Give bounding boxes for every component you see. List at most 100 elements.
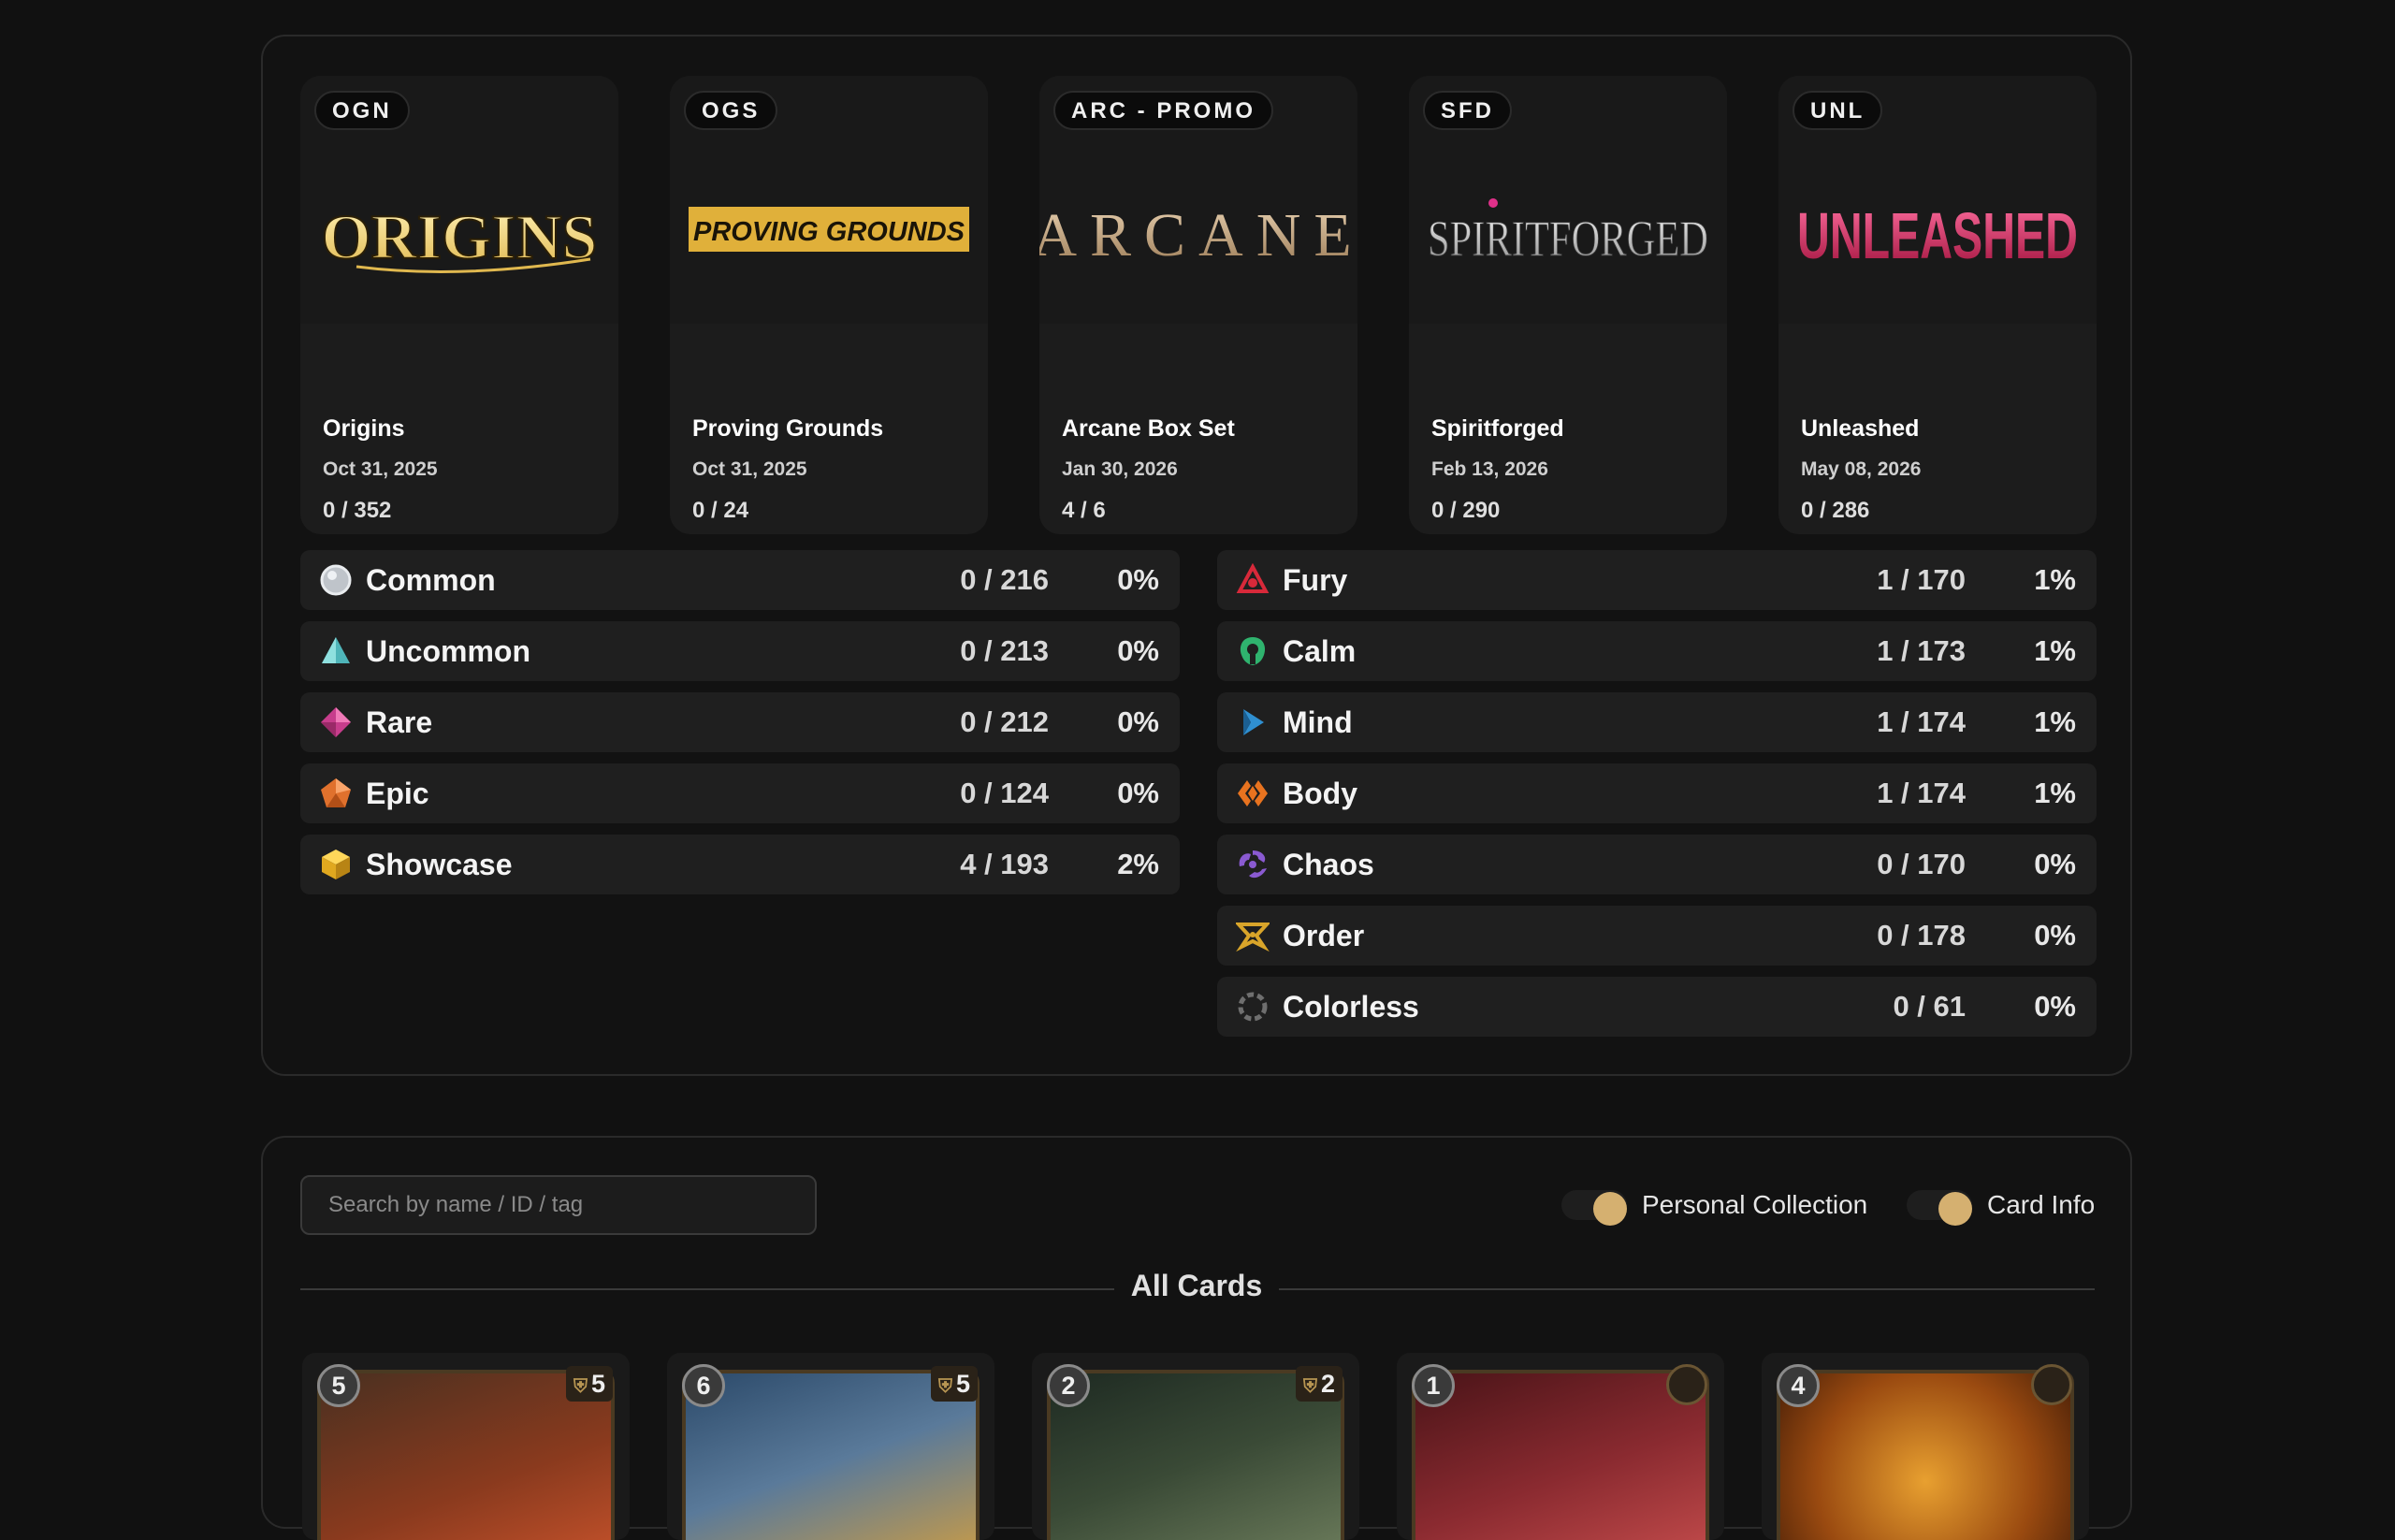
stat-label: Fury — [1283, 563, 1348, 597]
svg-text:SPIRITFORGED: SPIRITFORGED — [1428, 211, 1708, 267]
stat-label: Chaos — [1283, 848, 1374, 881]
set-name: Spiritforged — [1431, 415, 1564, 442]
fury-icon — [1236, 563, 1270, 593]
card-domain-icon — [2031, 1364, 2072, 1405]
card-cost-badge: 5 — [317, 1364, 360, 1407]
colorless-icon — [1238, 992, 1268, 1022]
set-name: Arcane Box Set — [1062, 415, 1235, 442]
card-cost-badge: 1 — [1412, 1364, 1455, 1407]
set-card-arcane[interactable]: ARCANE ARC - PROMO Arcane Box Set Jan 30… — [1039, 76, 1357, 534]
mind-icon — [1243, 709, 1264, 735]
domain-row-chaos[interactable]: Chaos 0 / 170 0% — [1217, 835, 2097, 894]
set-list: ORIGINS OGN Origins Oct 31, 2025 0 / 352… — [300, 76, 2097, 534]
set-code-badge: ARC - PROMO — [1053, 91, 1273, 130]
toggle-track — [1907, 1190, 1972, 1226]
toggle-label: Card Info — [1987, 1190, 2096, 1219]
stat-count: 0 / 124 — [960, 777, 1049, 809]
domain-row-order[interactable]: Order 0 / 178 0% — [1217, 906, 2097, 966]
personal-collection-toggle[interactable]: Personal Collection — [1561, 1186, 1889, 1226]
card-info-toggle[interactable]: Card Info — [1907, 1186, 2103, 1226]
card-might-badge: ⛨ 5 — [930, 1366, 978, 1402]
stat-label: Common — [366, 563, 496, 597]
shield-icon: ⛨ — [1302, 1376, 1317, 1397]
rare-gem-icon — [321, 707, 351, 737]
card-domain-icon — [1666, 1364, 1707, 1405]
card-thumbnail[interactable]: 4 — [1762, 1353, 2089, 1540]
arcane-logo: ARCANE — [1039, 201, 1357, 269]
stat-percent: 1% — [2034, 705, 2076, 738]
set-name: Proving Grounds — [692, 415, 884, 442]
rarity-row-rare[interactable]: Rare 0 / 212 0% — [300, 692, 1180, 752]
rarity-row-uncommon[interactable]: Uncommon 0 / 213 0% — [300, 621, 1180, 681]
common-circle-icon — [320, 564, 352, 596]
stat-count: 1 / 174 — [1877, 777, 1966, 809]
set-code-badge: UNL — [1793, 91, 1883, 130]
card-art — [1777, 1370, 2074, 1540]
set-release-date: May 08, 2026 — [1801, 458, 1922, 480]
set-card-proving-grounds[interactable]: PROVING GROUNDS OGS Proving Grounds Oct … — [670, 76, 988, 534]
stat-percent: 0% — [1117, 705, 1159, 738]
body-icon — [1238, 780, 1268, 806]
rarity-row-epic[interactable]: Epic 0 / 124 0% — [300, 763, 1180, 823]
card-might-badge: ⛨ 2 — [1295, 1366, 1343, 1402]
search-input[interactable] — [300, 1175, 817, 1235]
stat-percent: 0% — [2034, 919, 2076, 952]
card-cost-badge: 2 — [1047, 1364, 1090, 1407]
stat-count: 0 / 213 — [960, 634, 1049, 667]
card-thumbnail[interactable]: 6 ⛨ 5 — [667, 1353, 994, 1540]
stat-percent: 0% — [2034, 848, 2076, 880]
set-card-origins[interactable]: ORIGINS OGN Origins Oct 31, 2025 0 / 352 — [300, 76, 618, 534]
stat-label: Mind — [1283, 705, 1353, 739]
stat-label: Epic — [366, 777, 429, 810]
stat-count: 0 / 216 — [960, 563, 1049, 596]
spiritforged-logo: SPIRITFORGED — [1428, 198, 1709, 268]
stat-label: Uncommon — [366, 634, 530, 668]
card-thumbnail[interactable]: 2 ⛨ 2 — [1032, 1353, 1359, 1540]
stat-label: Calm — [1283, 634, 1357, 668]
set-release-date: Jan 30, 2026 — [1062, 458, 1178, 480]
order-icon — [1236, 923, 1270, 952]
stat-label: Order — [1283, 919, 1365, 952]
stat-label: Body — [1283, 777, 1357, 810]
svg-text:ORIGINS: ORIGINS — [322, 201, 598, 272]
toggle-label: Personal Collection — [1642, 1190, 1868, 1219]
set-owned-count: 0 / 24 — [692, 498, 749, 523]
domain-row-mind[interactable]: Mind 1 / 174 1% — [1217, 692, 2097, 752]
domain-row-body[interactable]: Body 1 / 174 1% — [1217, 763, 2097, 823]
toggle-track — [1561, 1190, 1627, 1226]
stat-count: 0 / 212 — [960, 705, 1049, 738]
epic-pentagon-icon — [321, 778, 351, 807]
domain-row-colorless[interactable]: Colorless 0 / 61 0% — [1217, 977, 2097, 1037]
stat-count: 0 / 170 — [1877, 848, 1966, 880]
svg-text:ARCANE: ARCANE — [1039, 201, 1357, 269]
domain-row-fury[interactable]: Fury 1 / 170 1% — [1217, 550, 2097, 610]
rarity-row-common[interactable]: Common 0 / 216 0% — [300, 550, 1180, 610]
stat-percent: 0% — [1117, 634, 1159, 667]
stat-percent: 1% — [2034, 563, 2076, 596]
collection-stats-panel: ORIGINS OGN Origins Oct 31, 2025 0 / 352… — [261, 35, 2132, 1076]
toggle-knob — [1593, 1192, 1627, 1226]
card-art — [1412, 1370, 1709, 1540]
set-code-badge: OGS — [684, 91, 778, 130]
set-card-spiritforged[interactable]: SPIRITFORGED SFD Spiritforged Feb 13, 20… — [1409, 76, 1727, 534]
stat-percent: 1% — [2034, 777, 2076, 809]
card-thumbnail[interactable]: 5 ⛨ 5 — [302, 1353, 630, 1540]
stat-count: 0 / 61 — [1893, 990, 1966, 1023]
set-name: Unleashed — [1801, 415, 1920, 442]
set-release-date: Oct 31, 2025 — [323, 458, 438, 480]
stat-percent: 2% — [1117, 848, 1159, 880]
svg-text:UNLEASHED: UNLEASHED — [1797, 199, 2078, 272]
card-cost-badge: 6 — [682, 1364, 725, 1407]
card-browser-panel: Personal Collection Card Info All Cards … — [261, 1136, 2132, 1540]
rarity-row-showcase[interactable]: Showcase 4 / 193 2% — [300, 835, 1180, 894]
card-might-badge: ⛨ 5 — [565, 1366, 613, 1402]
set-card-unleashed[interactable]: UNLEASHED UNL Unleashed May 08, 2026 0 /… — [1778, 76, 2097, 534]
set-owned-count: 0 / 286 — [1801, 498, 1870, 523]
set-owned-count: 0 / 290 — [1431, 498, 1501, 523]
domain-row-calm[interactable]: Calm 1 / 173 1% — [1217, 621, 2097, 681]
stat-percent: 0% — [2034, 990, 2076, 1023]
shield-icon: ⛨ — [573, 1376, 588, 1397]
stat-count: 0 / 178 — [1877, 919, 1966, 952]
shield-icon: ⛨ — [937, 1376, 952, 1397]
card-thumbnail[interactable]: 1 — [1397, 1353, 1724, 1540]
